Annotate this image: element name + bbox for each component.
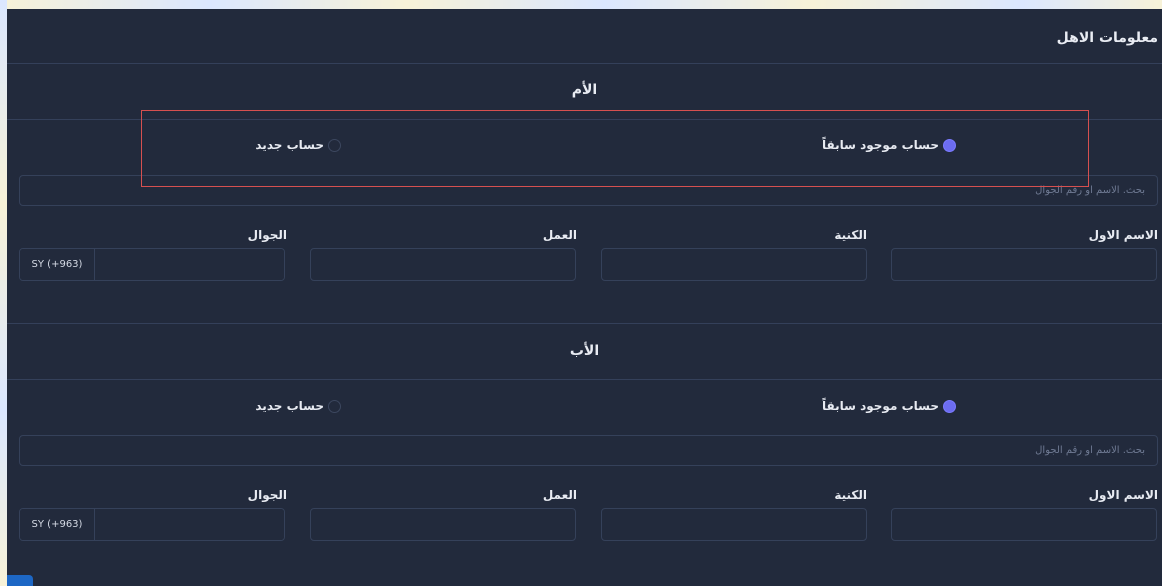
mother-first-name-label: الاسم الاول (1088, 228, 1158, 242)
mother-new-account-label: حساب جديد (255, 138, 324, 152)
father-work-input[interactable] (310, 508, 576, 541)
radio-unchecked-icon (328, 138, 341, 152)
mother-last-name-input[interactable] (601, 248, 867, 281)
mother-search-input[interactable] (19, 175, 1158, 206)
page-title: معلومات الاهل (1056, 30, 1158, 46)
mother-existing-account-radio[interactable]: حساب موجود سابقاً (822, 138, 956, 152)
mother-work-input[interactable] (310, 248, 576, 281)
radio-checked-icon (943, 138, 956, 152)
father-first-name-input[interactable] (891, 508, 1157, 541)
left-decorative-strip (0, 0, 7, 586)
father-section-divider (7, 379, 1162, 380)
father-existing-account-radio[interactable]: حساب موجود سابقاً (822, 399, 956, 413)
mother-section-title: الأم (571, 82, 598, 98)
mother-work-label: العمل (542, 228, 577, 242)
mother-existing-account-label: حساب موجود سابقاً (821, 138, 939, 152)
mother-mobile-field: SY (+963) (19, 248, 285, 281)
mother-first-name-input[interactable] (891, 248, 1157, 281)
father-new-account-label: حساب جديد (255, 399, 324, 413)
radio-unchecked-icon (328, 399, 341, 413)
father-existing-account-label: حساب موجود سابقاً (821, 399, 939, 413)
father-mobile-input[interactable] (95, 509, 284, 540)
corner-action-button[interactable] (7, 575, 33, 586)
mother-last-name-label: الكنية (834, 228, 867, 242)
father-mobile-label: الجوال (247, 488, 287, 502)
parent-sections-divider (7, 323, 1162, 324)
father-last-name-input[interactable] (601, 508, 867, 541)
father-country-code-select[interactable]: SY (+963) (20, 509, 95, 540)
top-decorative-strip (0, 0, 1162, 9)
mother-new-account-radio[interactable]: حساب جديد (255, 138, 341, 152)
father-first-name-label: الاسم الاول (1088, 488, 1158, 502)
father-section-title: الأب (569, 343, 600, 359)
parents-info-card: معلومات الاهل الأم حساب موجود سابقاً حسا… (7, 9, 1162, 586)
father-work-label: العمل (542, 488, 577, 502)
mother-mobile-input[interactable] (95, 249, 284, 280)
radio-checked-icon (943, 399, 956, 413)
mother-section-divider (7, 119, 1162, 120)
title-divider (7, 63, 1162, 64)
mother-mobile-label: الجوال (247, 228, 287, 242)
father-new-account-radio[interactable]: حساب جديد (255, 399, 341, 413)
father-search-input[interactable] (19, 435, 1158, 466)
mother-country-code-select[interactable]: SY (+963) (20, 249, 95, 280)
father-mobile-field: SY (+963) (19, 508, 285, 541)
father-last-name-label: الكنية (834, 488, 867, 502)
